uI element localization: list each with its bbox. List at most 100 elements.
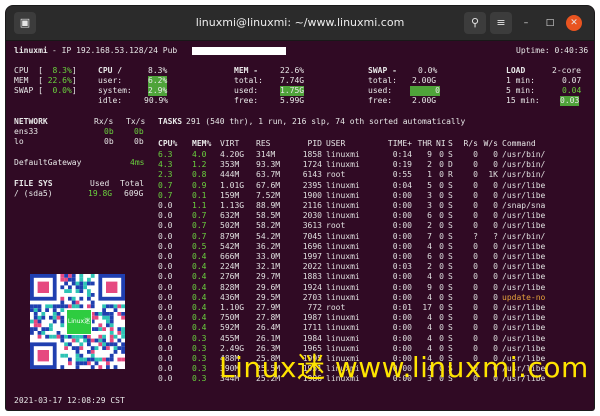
iface-rx: 0b [104, 127, 114, 136]
cell-time: 0:55 [392, 170, 412, 180]
tasks-label: TASKS [158, 117, 183, 126]
mem-total-label: total: [234, 76, 263, 85]
swap-total-value: 2.00G [412, 76, 437, 85]
cell-pid: 1711 [302, 323, 322, 333]
cell-pid: 772 [307, 303, 322, 312]
table-row[interactable]: 0.7 0.1 159M 7.52M 1900 linuxmi 0:00 3 0 S 0 0/usr/… [6, 191, 594, 201]
load-15min-value: 0.03 [560, 96, 580, 106]
table-row[interactable]: 2.3 0.8 444M 63.7M 6143 root 0:55 1 0 R 0 1K/usr/bi… [6, 170, 594, 180]
table-row[interactable]: 0.0 0.4 224M 32.1M 2022 linuxmi 0:03 2 0 S 0 0/usr/… [6, 262, 594, 272]
header-state: S [448, 139, 453, 148]
cell-res: 26.1M [256, 333, 281, 343]
header-mem-pct: MEM% [192, 139, 212, 148]
table-row[interactable]: 0.0 0.5 542M 36.2M 1696 linuxmi 0:00 4 0 S 0 0/usr/… [6, 242, 594, 252]
cell-state: R [448, 170, 453, 180]
cell-cpu-pct: 0.7 [158, 180, 173, 190]
cell-read-rate: 0 [473, 292, 478, 302]
cell-threads: 3 [427, 201, 432, 210]
header-cpu-pct: CPU% [158, 139, 178, 148]
cell-threads: 2 [427, 262, 432, 272]
table-row[interactable]: 0.0 1.1 1.13G 88.9M 2116 linuxmi 0:00 3 0 S 0 0/sna… [6, 201, 594, 211]
cell-threads: 9 [427, 282, 432, 292]
iface-name: ens33 [14, 127, 39, 136]
table-row[interactable]: 0.0 0.7 879M 54.2M 7045 linuxmi 0:00 7 0 S?? /usr/… [6, 232, 594, 242]
header-virt: VIRT [220, 139, 240, 148]
cell-mem-pct: 0.3 [192, 343, 207, 353]
cell-nice: 0 [439, 252, 444, 261]
cell-pid: 1984 [302, 333, 322, 343]
hamburger-menu-icon[interactable]: ≡ [490, 12, 512, 34]
cell-time: 0:04 [392, 180, 412, 190]
cell-write-rate: 0 [493, 160, 498, 170]
cell-nice: 0 [439, 292, 444, 302]
cell-cpu-pct: 0.0 [158, 231, 173, 241]
cell-write-rate: 0 [493, 241, 498, 251]
cell-mem-pct: 0.3 [192, 374, 207, 384]
cell-read-rate: 0 [473, 313, 478, 323]
cell-threads: 2 [427, 221, 432, 231]
cell-pid: 1900 [302, 190, 322, 200]
cell-write-rate: 0 [493, 323, 498, 333]
header-command: Command [502, 139, 536, 148]
cell-cpu-pct: 0.0 [158, 313, 173, 323]
minimize-button[interactable]: – [518, 15, 534, 31]
datetime: 2021-03-17 12:08:29 CST [14, 396, 125, 405]
cell-user: linuxmi [326, 323, 360, 333]
load-5min-label: 5 min: [506, 86, 535, 95]
cell-res: 27.8M [256, 313, 281, 323]
cell-user: linuxmi [326, 252, 360, 261]
cell-virt: 828M [220, 282, 240, 292]
mem-free-label: free: [234, 96, 259, 105]
cpu-system-label: system: [98, 86, 132, 95]
mem-quicklook: MEM [ 22.6%] [14, 76, 77, 85]
cell-time: 0:00 [392, 313, 412, 323]
cell-read-rate: 0 [473, 211, 478, 221]
cell-threads: 4 [427, 292, 432, 302]
cell-pid: 1858 [302, 150, 322, 159]
cell-read-rate: 0 [473, 272, 478, 282]
cell-state: S [448, 211, 453, 221]
cell-command: update-no [502, 292, 546, 302]
table-row[interactable]: 0.0 0.7 632M 58.5M 2030 linuxmi 0:00 6 0 S 0 0/usr/… [6, 211, 594, 221]
header-user: USER [326, 139, 346, 148]
cell-time: 0:00 [392, 241, 412, 251]
cell-pid: 2030 [302, 211, 322, 221]
search-icon[interactable]: ⚲ [464, 12, 486, 34]
cell-mem-pct: 0.7 [192, 231, 207, 241]
cell-virt: 1.13G [220, 201, 245, 210]
cell-pid: 2703 [302, 292, 322, 302]
maximize-button[interactable]: □ [542, 15, 558, 31]
cell-res: 29.7M [256, 272, 281, 282]
cell-nice: 0 [439, 160, 444, 170]
glances-output[interactable]: linuxmi - IP 192.168.53.128/24 Pub Uptim… [6, 41, 594, 410]
table-row[interactable]: 4.3 1.2 353M 93.3M 1724 linuxmi 0:19 2 0 D 0 0/usr/… [6, 160, 594, 170]
table-row[interactable]: 0.0 0.7 502M 58.2M 3613 root 0:00 2 0 S 0 0/usr/lib… [6, 221, 594, 231]
cell-command: /usr/libe [502, 221, 546, 231]
cell-pid: 1696 [302, 241, 322, 251]
close-button[interactable]: ✕ [566, 15, 582, 31]
table-row[interactable]: 0.0 0.4 666M 33.0M 1997 linuxmi 0:00 6 0 S 0 0/usr/… [6, 252, 594, 262]
cell-user: linuxmi [326, 241, 360, 251]
cell-cpu-pct: 0.0 [158, 354, 173, 363]
cell-cpu-pct: 0.7 [158, 190, 173, 200]
redacted-public-ip [192, 47, 286, 55]
cell-res: 88.9M [256, 201, 281, 210]
cell-state: S [448, 190, 453, 200]
cell-cpu-pct: 0.0 [158, 262, 173, 272]
iface-tx: 0b [134, 127, 144, 136]
cell-nice: 0 [439, 241, 444, 251]
swap-used-label: used: [368, 86, 393, 95]
cell-threads: 4 [427, 272, 432, 282]
header-time: TIME+ [387, 139, 412, 148]
cell-res: 27.9M [256, 303, 281, 312]
cell-command: /usr/libe [502, 190, 546, 200]
cell-res: 67.6M [256, 180, 281, 190]
cell-write-rate: 0 [493, 282, 498, 292]
cell-virt: 632M [220, 211, 240, 221]
cell-mem-pct: 0.4 [192, 252, 207, 261]
cell-state: S [448, 333, 453, 343]
cell-state: S [448, 272, 453, 282]
cell-time: 0:00 [392, 211, 412, 221]
table-row[interactable]: 6.3 4.0 4.20G 314M 1858 linuxmi 0:14 9 0 S 0 0/usr/… [6, 150, 594, 160]
table-row[interactable]: 0.7 0.9 1.01G 67.6M 2395 linuxmi 0:04 5 0 S 0 0/usr… [6, 181, 594, 191]
